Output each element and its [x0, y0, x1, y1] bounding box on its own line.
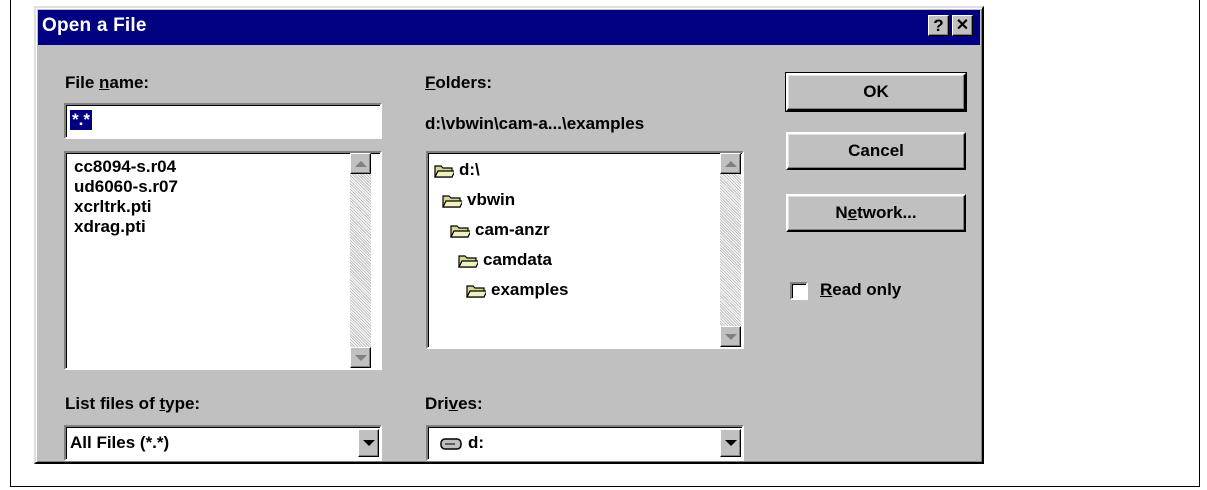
file-list-item[interactable]: xdrag.pti	[74, 217, 146, 237]
arrow-down-icon	[354, 354, 367, 361]
file-name-label: File name:	[65, 73, 150, 92]
cancel-button[interactable]: Cancel	[786, 132, 966, 170]
scroll-up-button[interactable]	[720, 153, 741, 174]
file-list-item[interactable]: cc8094-s.r04	[74, 157, 176, 177]
drive-icon	[440, 438, 462, 450]
file-type-label: List files of type:	[65, 394, 201, 413]
chevron-down-icon	[362, 440, 375, 446]
folder-item[interactable]: vbwin	[442, 189, 515, 211]
folder-list[interactable]: d:\ vbwin cam-anzr camdata examples	[426, 151, 744, 349]
folder-open-icon	[466, 284, 486, 298]
close-icon: ✕	[955, 17, 970, 34]
folder-item-label: examples	[491, 280, 569, 299]
read-only-checkbox[interactable]	[790, 282, 808, 300]
folder-item-label: cam-anzr	[475, 220, 550, 239]
folders-label: Folders:	[425, 73, 493, 92]
scroll-up-button[interactable]	[350, 153, 371, 174]
file-name-input[interactable]: *.*	[64, 103, 382, 139]
close-button[interactable]: ✕	[952, 15, 973, 36]
file-type-dropdown-button[interactable]	[358, 429, 379, 457]
arrow-up-icon	[724, 160, 737, 167]
folder-item-label: vbwin	[467, 190, 516, 209]
drives-select[interactable]: d:	[426, 425, 744, 461]
drives-label: Drives:	[425, 394, 483, 413]
folder-item[interactable]: examples	[466, 279, 569, 301]
folder-open-icon	[442, 194, 462, 208]
scroll-down-button[interactable]	[720, 326, 741, 347]
folder-item[interactable]: camdata	[458, 249, 552, 271]
chevron-down-icon	[724, 440, 737, 446]
file-list-item[interactable]: ud6060-s.r07	[74, 177, 178, 197]
file-type-value: All Files (*.*)	[70, 433, 170, 452]
read-only-label[interactable]: Read only	[820, 280, 901, 300]
scroll-down-button[interactable]	[350, 347, 371, 368]
drives-value: d:	[468, 433, 485, 452]
help-icon: ?	[933, 16, 944, 35]
file-list-item[interactable]: xcrltrk.pti	[74, 197, 151, 217]
folder-item-label: d:\	[459, 160, 480, 179]
folder-item[interactable]: cam-anzr	[450, 219, 550, 241]
network-button[interactable]: Network...	[786, 194, 966, 232]
arrow-up-icon	[354, 160, 367, 167]
drives-dropdown-button[interactable]	[720, 429, 741, 457]
folder-item-label: camdata	[483, 250, 552, 269]
dialog-title: Open a File	[42, 15, 147, 36]
help-button[interactable]: ?	[928, 15, 949, 36]
folder-item[interactable]: d:\	[434, 159, 480, 181]
folder-open-icon	[458, 254, 478, 268]
file-list[interactable]: cc8094-s.r04 ud6060-s.r07 xcrltrk.pti xd…	[64, 151, 382, 370]
current-path: d:\vbwin\cam-a...\examples	[425, 114, 645, 133]
file-name-value: *.*	[70, 110, 92, 130]
title-bar: Open a File ? ✕	[38, 10, 980, 45]
folder-list-scrollbar[interactable]	[720, 153, 741, 347]
ok-button[interactable]: OK	[785, 72, 967, 112]
open-file-dialog: Open a File ? ✕ File name: *.* cc8094-s.…	[34, 6, 984, 464]
folder-open-icon	[434, 164, 454, 178]
file-list-scrollbar[interactable]	[350, 153, 371, 368]
file-type-select[interactable]: All Files (*.*)	[64, 425, 382, 461]
folder-open-icon	[450, 224, 470, 238]
arrow-down-icon	[724, 333, 737, 340]
